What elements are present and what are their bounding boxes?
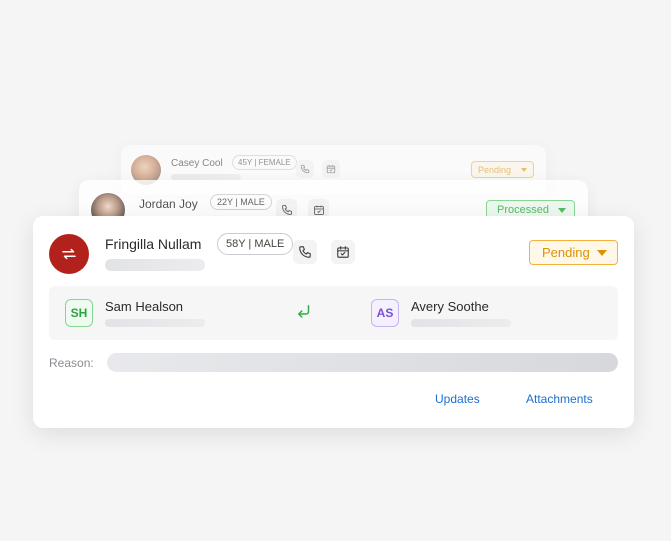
age-gender-badge: 22Y | MALE xyxy=(210,194,272,210)
patient-card-fringilla[interactable]: Fringilla Nullam 58Y | MALE Pending SH S… xyxy=(33,216,634,428)
placeholder-bar xyxy=(105,319,205,327)
status-dropdown[interactable]: Pending xyxy=(471,161,534,178)
to-initials-avatar: AS xyxy=(371,299,399,327)
transfer-panel: SH Sam Healson AS Avery Soothe xyxy=(49,286,618,340)
placeholder-bar xyxy=(411,319,511,327)
reason-label: Reason: xyxy=(49,356,94,370)
phone-icon xyxy=(281,204,292,215)
age-gender-badge: 45Y | FEMALE xyxy=(232,155,297,170)
calendar-button[interactable] xyxy=(331,240,355,264)
status-label: Pending xyxy=(478,164,512,175)
patient-name: Jordan Joy xyxy=(139,197,198,211)
chevron-down-icon xyxy=(521,167,527,172)
calendar-check-icon xyxy=(337,246,349,258)
calendar-check-icon xyxy=(326,165,336,174)
attachments-link[interactable]: Attachments xyxy=(526,392,593,406)
phone-button[interactable] xyxy=(296,160,314,178)
patient-name: Fringilla Nullam xyxy=(105,236,202,252)
status-label: Pending xyxy=(542,245,590,260)
calendar-button[interactable] xyxy=(322,160,340,178)
return-arrow-icon xyxy=(298,305,310,318)
phone-icon xyxy=(300,164,310,174)
age-gender-badge: 58Y | MALE xyxy=(217,233,294,255)
status-dropdown[interactable]: Pending xyxy=(529,240,618,265)
from-name: Sam Healson xyxy=(105,299,184,314)
chevron-down-icon xyxy=(558,207,566,213)
status-label: Processed xyxy=(497,204,549,216)
transfer-arrows-icon xyxy=(62,248,76,260)
phone-icon xyxy=(299,246,311,258)
phone-button[interactable] xyxy=(293,240,317,264)
to-name: Avery Soothe xyxy=(411,299,489,314)
chevron-down-icon xyxy=(597,249,607,256)
main-avatar xyxy=(49,234,89,274)
placeholder-bar xyxy=(105,259,205,271)
calendar-check-icon xyxy=(313,205,324,215)
from-initials-avatar: SH xyxy=(65,299,93,327)
patient-name: Casey Cool xyxy=(171,158,223,169)
updates-link[interactable]: Updates xyxy=(435,392,480,406)
reason-placeholder-bar xyxy=(107,353,618,372)
